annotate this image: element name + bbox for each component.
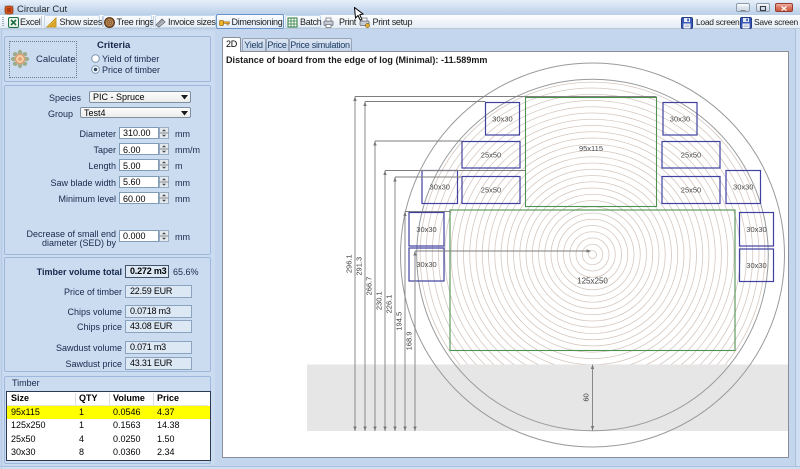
svg-text:125x250: 125x250 [577, 277, 608, 286]
svg-text:30x30: 30x30 [430, 183, 450, 192]
svg-text:25x50: 25x50 [681, 186, 701, 195]
svg-text:30x30: 30x30 [416, 225, 436, 234]
svg-text:291.3: 291.3 [355, 257, 364, 276]
svg-text:25x50: 25x50 [681, 150, 701, 159]
svg-text:266.7: 266.7 [365, 277, 374, 296]
svg-text:30x30: 30x30 [733, 183, 753, 192]
svg-text:194.5: 194.5 [395, 312, 404, 331]
svg-text:30x30: 30x30 [492, 114, 512, 123]
svg-text:30x30: 30x30 [746, 261, 766, 270]
svg-text:296.1: 296.1 [345, 254, 354, 273]
svg-text:230.1: 230.1 [375, 291, 384, 310]
svg-text:226.1: 226.1 [385, 295, 394, 314]
svg-text:30x30: 30x30 [416, 260, 436, 269]
svg-text:168.9: 168.9 [405, 332, 414, 351]
svg-text:25x50: 25x50 [481, 186, 501, 195]
svg-text:30x30: 30x30 [670, 114, 690, 123]
svg-text:60: 60 [582, 393, 591, 401]
svg-text:30x30: 30x30 [746, 225, 766, 234]
svg-text:25x50: 25x50 [481, 150, 501, 159]
svg-text:95x115: 95x115 [579, 144, 603, 153]
